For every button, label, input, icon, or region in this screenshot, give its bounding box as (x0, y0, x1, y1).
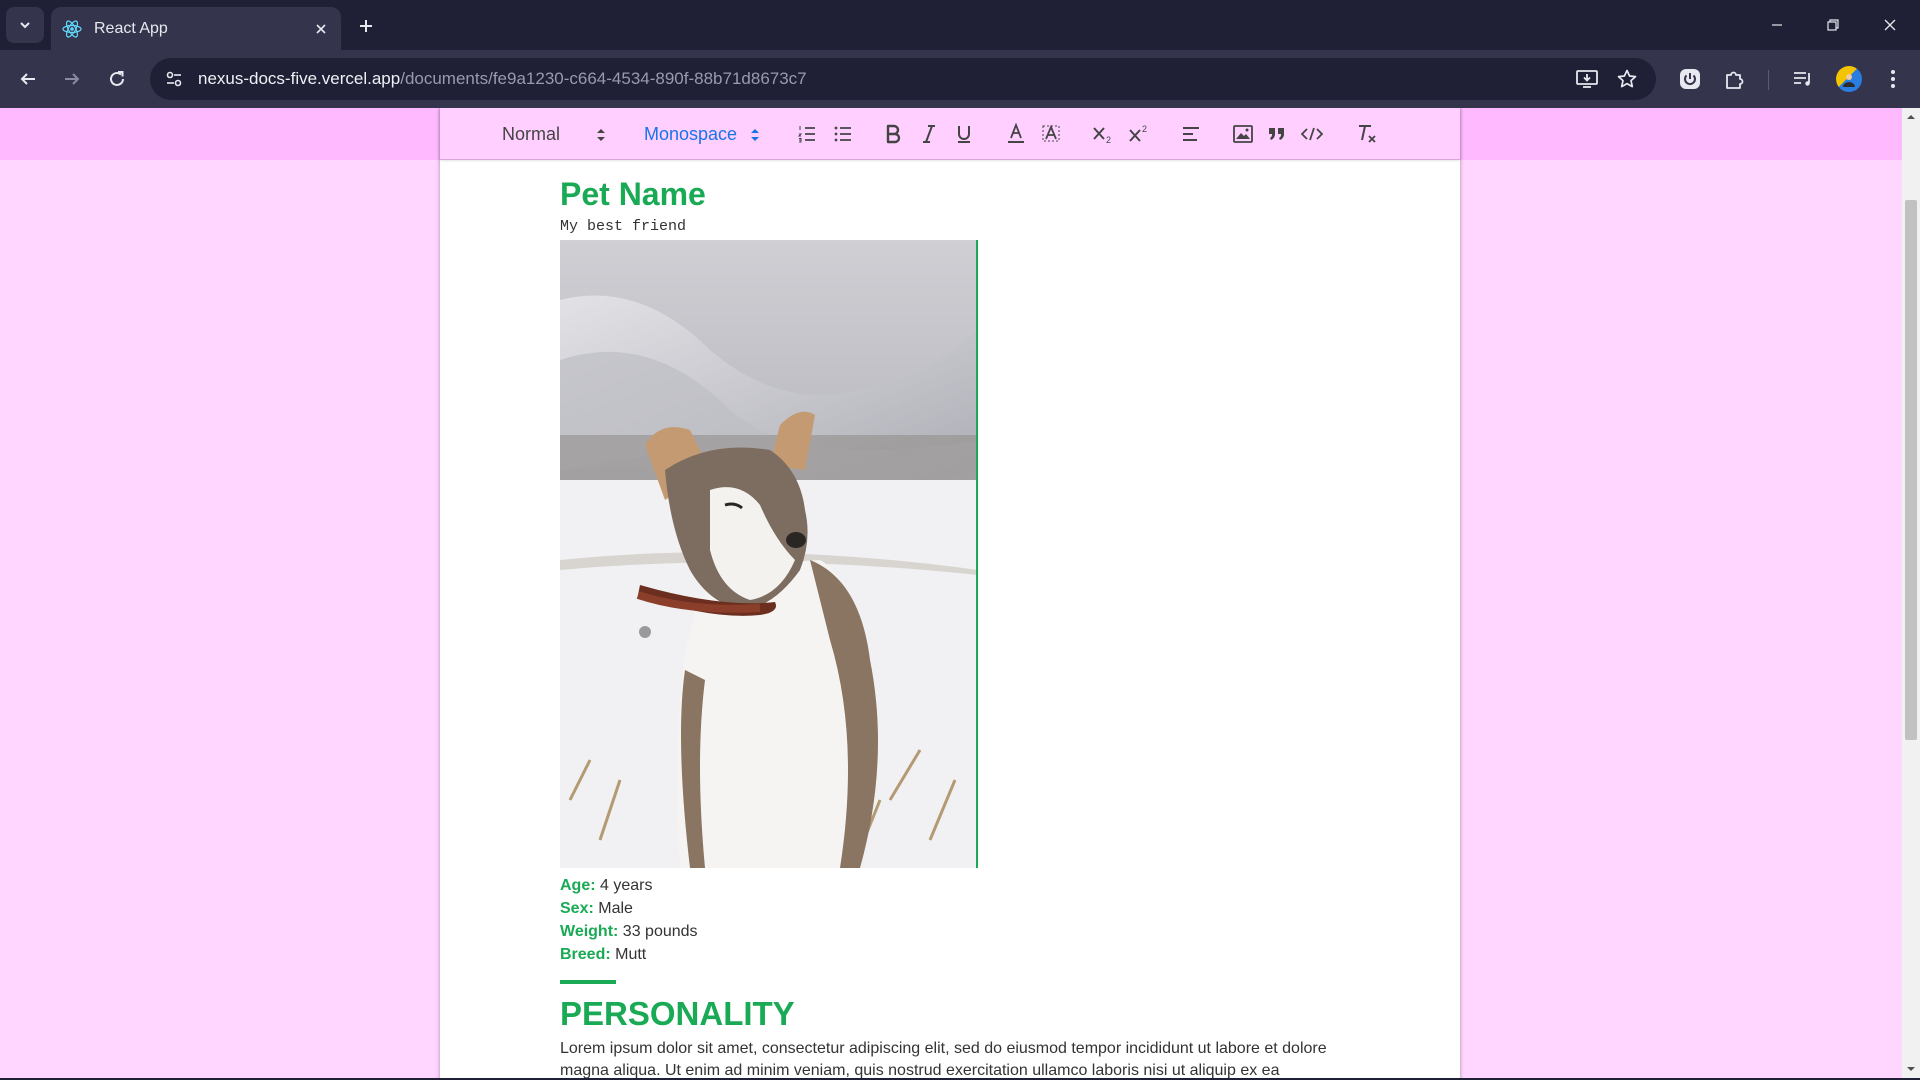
power-extension-icon[interactable] (1675, 64, 1705, 94)
site-info-icon[interactable] (160, 65, 188, 93)
ordered-list-icon (797, 126, 815, 143)
url-text: nexus-docs-five.vercel.app/documents/fe9… (198, 69, 807, 89)
underline-button[interactable] (951, 121, 977, 147)
svg-text:2: 2 (1142, 124, 1147, 134)
dog-photo-illustration (560, 240, 976, 868)
scroll-down-arrow-icon[interactable] (1906, 1064, 1916, 1074)
arrow-right-icon (65, 73, 80, 85)
fact-value: 4 years (595, 877, 653, 894)
fact-sex: Sex: Male (560, 897, 1360, 920)
fact-weight: Weight: 33 pounds (560, 920, 1360, 943)
page-viewport: Normal Monospace 2 2 Pet Name My best fr… (0, 108, 1902, 1080)
profile-avatar[interactable] (1836, 66, 1862, 92)
restore-button[interactable] (1813, 10, 1853, 40)
url-path: /documents/fe9a1230-c664-4534-890f-88b71… (400, 69, 807, 88)
install-app-icon[interactable] (1572, 64, 1602, 94)
dog-photo[interactable] (560, 240, 978, 868)
fact-value: Mutt (610, 946, 647, 963)
code-block-button[interactable] (1299, 121, 1325, 147)
fact-age: Age: 4 years (560, 874, 1360, 897)
restore-icon (1827, 19, 1839, 31)
extensions-puzzle-icon[interactable] (1720, 64, 1750, 94)
bold-button[interactable] (880, 121, 906, 147)
close-tab-icon[interactable] (309, 17, 333, 41)
superscript-icon: 2 (1129, 124, 1147, 142)
scroll-thumb[interactable] (1905, 200, 1917, 740)
background-color-button[interactable] (1038, 121, 1064, 147)
toolbar-separator (1768, 70, 1769, 90)
user-avatar-icon (1843, 74, 1855, 87)
section-title: PERSONALITY (560, 995, 795, 1032)
new-tab-button[interactable] (352, 12, 380, 40)
fact-value: Male (593, 900, 633, 917)
image-icon (1233, 125, 1253, 143)
page-scrollbar[interactable] (1902, 108, 1920, 1080)
pet-facts: Age: 4 years Sex: Male Weight: 33 pounds… (560, 874, 1360, 966)
fact-label: Breed: (560, 946, 611, 963)
chevron-down-icon (20, 22, 30, 29)
media-control-icon[interactable] (1788, 64, 1818, 94)
browser-toolbar: nexus-docs-five.vercel.app/documents/fe9… (0, 50, 1920, 108)
font-picker-arrows-icon (751, 129, 759, 141)
bookmark-star-icon[interactable] (1612, 64, 1642, 94)
text-color-button[interactable] (1003, 121, 1029, 147)
browser-menu-icon[interactable] (1878, 64, 1908, 94)
scroll-up-arrow-icon[interactable] (1906, 112, 1916, 122)
tab-strip: React App (0, 0, 1920, 50)
back-button[interactable] (10, 61, 46, 97)
bullet-list-icon (834, 126, 851, 142)
code-block-icon (1301, 127, 1323, 141)
minimize-button[interactable] (1757, 10, 1797, 40)
clear-format-icon (1359, 125, 1376, 143)
italic-button[interactable] (916, 121, 942, 147)
fact-label: Sex: (560, 900, 594, 917)
document-title: Pet Name (560, 176, 706, 212)
arrow-left-icon (20, 73, 35, 85)
personality-paragraph: Lorem ipsum dolor sit amet, consectetur … (560, 1040, 1327, 1079)
address-bar[interactable]: nexus-docs-five.vercel.app/documents/fe9… (150, 58, 1656, 100)
section-divider (560, 980, 616, 984)
image-button[interactable] (1230, 121, 1256, 147)
bold-icon (886, 124, 901, 144)
tab-search-button[interactable] (6, 7, 44, 43)
forward-button[interactable] (54, 61, 90, 97)
italic-icon (923, 125, 935, 143)
align-left-icon (1183, 127, 1199, 141)
subscript-button[interactable]: 2 (1090, 121, 1116, 147)
reload-button[interactable] (99, 61, 135, 97)
ordered-list-button[interactable] (794, 121, 820, 147)
blockquote-button[interactable] (1264, 121, 1290, 147)
header-picker-arrows-icon (597, 129, 605, 141)
document-subtitle: My best friend (560, 218, 687, 235)
svg-text:2: 2 (1106, 135, 1111, 145)
background-color-icon (1042, 124, 1060, 142)
browser-tab[interactable]: React App (51, 7, 341, 50)
fact-label: Age: (560, 877, 596, 894)
font-picker-label: Monospace (644, 123, 738, 144)
react-logo-icon (62, 19, 82, 39)
fact-value: 33 pounds (618, 923, 698, 940)
clear-format-button[interactable] (1354, 121, 1380, 147)
blockquote-icon (1269, 128, 1285, 140)
superscript-button[interactable]: 2 (1126, 121, 1152, 147)
close-window-button[interactable] (1870, 10, 1910, 40)
plus-icon (360, 20, 372, 32)
text-color-icon (1008, 123, 1024, 143)
align-button[interactable] (1178, 121, 1204, 147)
url-host: nexus-docs-five.vercel.app (198, 69, 401, 88)
tab-title: React App (94, 19, 168, 37)
underline-icon (958, 126, 970, 143)
header-picker-label: Normal (502, 123, 561, 144)
fact-label: Weight: (560, 923, 619, 940)
fact-breed: Breed: Mutt (560, 943, 1360, 966)
header-picker[interactable]: Normal (502, 122, 560, 146)
editor-toolbar: Normal Monospace 2 2 (440, 108, 1460, 160)
document-content[interactable]: Pet Name My best friend Age: 4 years Sex… (560, 174, 1360, 1080)
subscript-icon: 2 (1093, 127, 1111, 145)
font-picker[interactable]: Monospace (644, 122, 737, 146)
reload-icon (110, 71, 124, 86)
minimize-icon (1772, 24, 1782, 26)
close-icon (1884, 19, 1896, 31)
bullet-list-button[interactable] (830, 121, 856, 147)
